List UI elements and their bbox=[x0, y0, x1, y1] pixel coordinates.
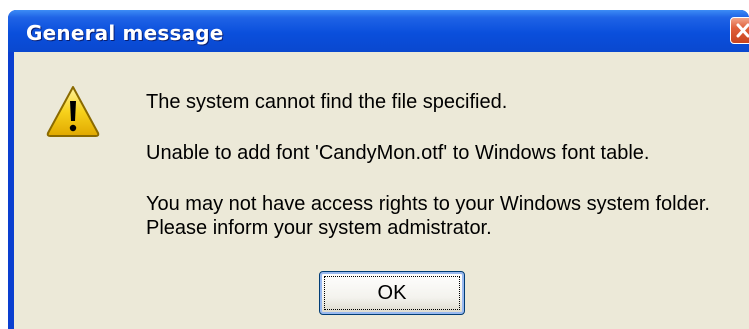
ok-button-label: OK bbox=[377, 282, 407, 304]
error-message-line: The system cannot find the file specifie… bbox=[146, 91, 508, 113]
window-title: General message bbox=[26, 21, 224, 45]
access-rights-line: You may not have access rights to your W… bbox=[146, 193, 710, 215]
font-error-line: Unable to add font 'CandyMon.otf' to Win… bbox=[146, 142, 650, 164]
close-button[interactable] bbox=[730, 17, 749, 44]
dialog-window: General message The system cannot find t… bbox=[8, 10, 749, 329]
inform-admin-line: Please inform your system admistrator. bbox=[146, 217, 492, 239]
close-icon bbox=[736, 23, 749, 38]
dialog-body: The system cannot find the file specifie… bbox=[14, 52, 749, 329]
title-bar[interactable]: General message bbox=[8, 10, 749, 52]
ok-button[interactable]: OK bbox=[319, 271, 465, 315]
warning-icon bbox=[46, 86, 100, 137]
